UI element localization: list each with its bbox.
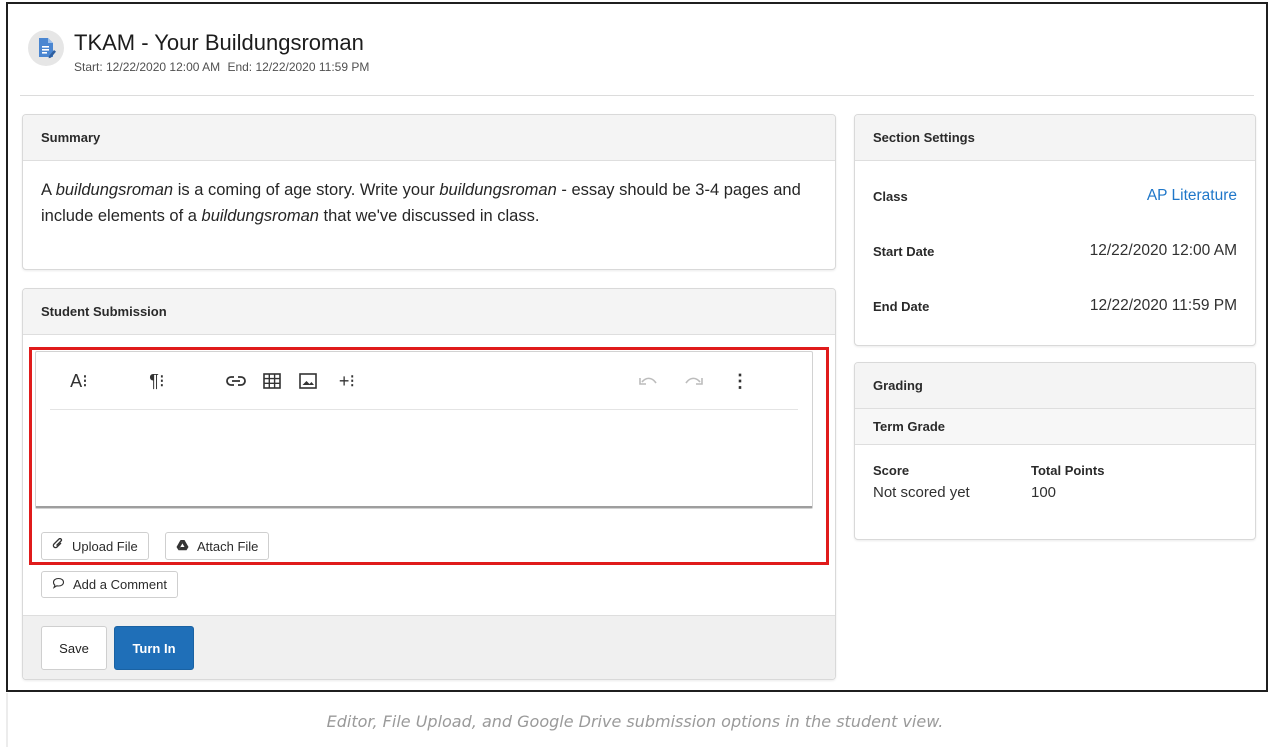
class-link[interactable]: AP Literature <box>1147 187 1237 205</box>
add-comment-label: Add a Comment <box>73 577 167 592</box>
attach-file-button[interactable]: Attach File <box>165 532 270 560</box>
font-icon[interactable]: A⁝ <box>64 369 94 393</box>
score-value: Not scored yet <box>873 484 970 501</box>
upload-file-label: Upload File <box>72 538 138 554</box>
upload-file-button[interactable]: Upload File <box>41 532 149 560</box>
redo-icon[interactable] <box>682 369 706 393</box>
assignment-dates: Start: 12/22/2020 12:00 AM End: 12/22/20… <box>74 60 373 74</box>
rich-text-editor: A⁝ ¶⁝ +⁝ ⋮ <box>35 351 813 509</box>
summary-heading: Summary <box>23 115 835 161</box>
comment-icon <box>52 577 65 592</box>
save-button[interactable]: Save <box>41 626 107 670</box>
page-header: TKAM - Your Buildungsroman Start: 12/22/… <box>20 22 1254 96</box>
end-date-text: End: 12/22/2020 11:59 PM <box>227 60 370 74</box>
link-icon[interactable] <box>224 369 248 393</box>
grading-heading: Grading <box>855 363 1255 409</box>
section-settings-card: Section Settings Class AP Literature Sta… <box>854 114 1256 346</box>
editor-toolbar: A⁝ ¶⁝ +⁝ ⋮ <box>50 352 798 410</box>
start-date-row: Start Date 12/22/2020 12:00 AM <box>873 242 1237 260</box>
page-title: TKAM - Your Buildungsroman <box>74 30 364 55</box>
submission-heading: Student Submission <box>23 289 835 335</box>
google-drive-icon <box>176 539 189 554</box>
paragraph-icon[interactable]: ¶⁝ <box>142 369 172 393</box>
grading-card: Grading Term Grade Score Not scored yet … <box>854 362 1256 540</box>
attach-file-label: Attach File <box>197 538 259 554</box>
insert-icon[interactable]: +⁝ <box>332 369 362 393</box>
submission-footer: Save Turn In <box>23 615 835 679</box>
paperclip-icon <box>52 537 64 554</box>
end-date-value: 12/22/2020 11:59 PM <box>1089 297 1237 314</box>
table-icon[interactable] <box>260 369 284 393</box>
image-icon[interactable] <box>296 369 320 393</box>
editor-text-area[interactable] <box>36 410 812 508</box>
total-points-label: Total Points <box>1031 463 1105 478</box>
assignment-document-icon <box>28 30 64 66</box>
summary-card: Summary A buildungsroman is a coming of … <box>22 114 836 270</box>
total-points-value: 100 <box>1031 484 1057 501</box>
turn-in-button[interactable]: Turn In <box>114 626 194 670</box>
start-date-value: 12/22/2020 12:00 AM <box>1089 242 1237 259</box>
start-date-label: Start Date <box>873 243 935 259</box>
app-window: TKAM - Your Buildungsroman Start: 12/22/… <box>6 2 1268 692</box>
undo-icon[interactable] <box>636 369 660 393</box>
more-icon[interactable]: ⋮ <box>730 369 750 393</box>
section-settings-heading: Section Settings <box>855 115 1255 161</box>
summary-text: A buildungsroman is a coming of age stor… <box>41 181 801 225</box>
score-block: Score Not scored yet <box>873 463 970 501</box>
add-comment-button[interactable]: Add a Comment <box>41 571 178 598</box>
student-submission-card: Student Submission A⁝ ¶⁝ +⁝ ⋮ Upload Fil… <box>22 288 836 680</box>
start-date-text: Start: 12/22/2020 12:00 AM <box>74 60 221 74</box>
end-date-row: End Date 12/22/2020 11:59 PM <box>873 297 1237 315</box>
total-points-block: Total Points 100 <box>1031 463 1104 501</box>
class-row: Class AP Literature <box>873 187 1237 205</box>
class-label: Class <box>873 188 908 204</box>
term-grade-heading: Term Grade <box>855 409 1255 445</box>
score-label: Score <box>873 463 910 478</box>
figure-caption: Editor, File Upload, and Google Drive su… <box>326 712 944 731</box>
end-date-label: End Date <box>873 298 930 314</box>
